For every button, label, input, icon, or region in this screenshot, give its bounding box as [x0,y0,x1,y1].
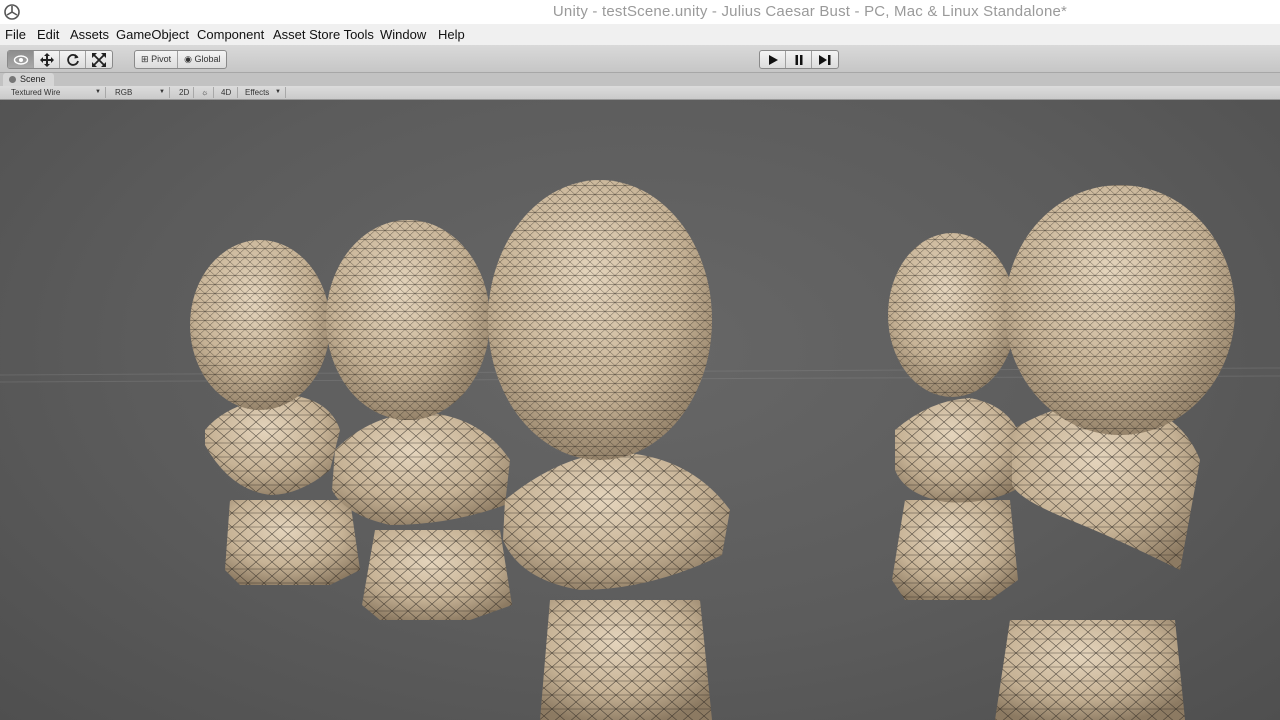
color-mode-label: RGB [115,88,133,97]
hand-tool-button[interactable] [8,51,34,68]
title-bar: Unity - testScene.unity - Julius Caesar … [0,0,1280,24]
scene-viewport[interactable] [0,100,1280,720]
bust-right-back[interactable] [995,185,1235,720]
menu-asset-store-tools[interactable]: Asset Store Tools [273,27,374,42]
menu-assets[interactable]: Assets [70,27,109,42]
mode-2d-label: 2D [179,88,190,97]
menu-window[interactable]: Window [380,27,426,42]
lighting-toggle[interactable]: ☼ [196,87,214,98]
main-toolbar: ⊞ Pivot ◉ Global [0,45,1280,73]
menu-edit[interactable]: Edit [37,27,59,42]
rotate-tool-button[interactable] [60,51,86,68]
scene-render [0,180,1280,720]
menu-gameobject[interactable]: GameObject [116,27,189,42]
move-icon [39,52,54,67]
menu-help[interactable]: Help [438,27,465,42]
pause-icon [795,54,802,65]
play-icon [768,54,778,65]
audio-label: 4D [221,88,232,97]
menu-bar: File Edit Assets GameObject Component As… [0,24,1280,45]
render-mode-dropdown[interactable]: Textured Wire ▼ [6,87,106,98]
audio-toggle[interactable]: 4D [216,87,238,98]
play-button[interactable] [760,51,786,68]
effects-label: Effects [245,88,270,97]
mode-2d-toggle[interactable]: 2D [174,87,194,98]
sun-icon: ☼ [201,88,209,97]
effects-dropdown[interactable]: Effects ▼ [240,87,286,98]
pause-button[interactable] [786,51,812,68]
window-title: Unity - testScene.unity - Julius Caesar … [552,3,1068,20]
global-toggle[interactable]: ◉ Global [178,51,226,68]
move-tool-button[interactable] [34,51,60,68]
render-mode-label: Textured Wire [11,88,61,97]
hand-icon [13,54,28,65]
tab-scene[interactable]: Scene [3,73,54,86]
bust-center[interactable] [488,180,730,720]
globe-icon: ◉ [184,54,192,64]
scene-tab-bar: Scene [0,73,1280,86]
menu-component[interactable]: Component [197,27,264,42]
playback-controls [759,50,839,69]
step-button[interactable] [812,51,838,68]
pivot-global-toggles: ⊞ Pivot ◉ Global [134,50,228,69]
dropdown-arrow-icon: ▼ [95,89,101,95]
scene-control-bar: Textured Wire ▼ RGB ▼ 2D ☼ 4D Effects ▼ [0,86,1280,100]
scale-tool-button[interactable] [86,51,112,68]
pivot-toggle[interactable]: ⊞ Pivot [135,51,179,68]
transform-tools [7,50,113,69]
global-label: Global [194,54,221,64]
scale-icon [92,52,106,67]
dropdown-arrow-icon: ▼ [275,89,281,95]
pivot-label: Pivot [151,54,172,64]
bust-right-profile[interactable] [888,233,1022,600]
step-icon [819,54,831,65]
rotate-icon [66,53,79,66]
scene-tab-icon [9,76,16,83]
color-mode-dropdown[interactable]: RGB ▼ [110,87,170,98]
scene-tab-label: Scene [20,74,46,84]
menu-file[interactable]: File [5,27,26,42]
dropdown-arrow-icon: ▼ [159,89,165,95]
pivot-icon: ⊞ [141,54,149,64]
